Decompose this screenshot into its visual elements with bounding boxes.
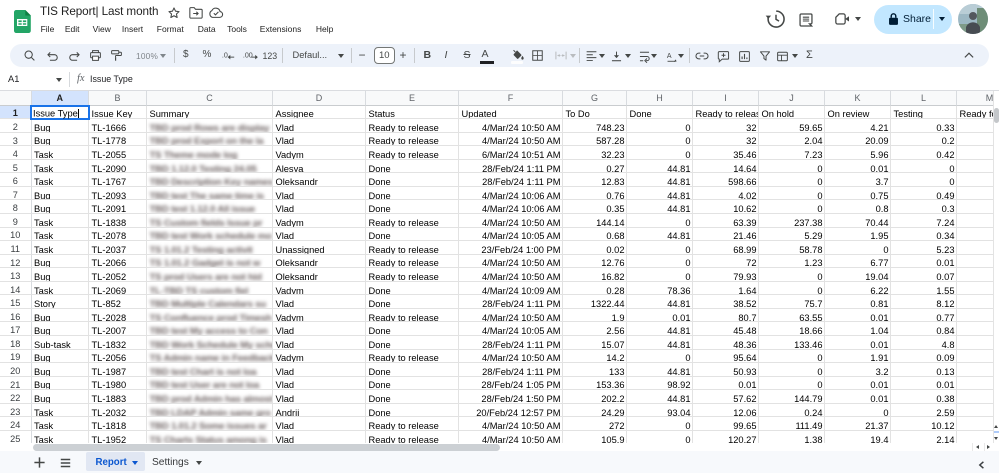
svg-text:.0: .0 <box>221 51 227 59</box>
svg-text:A: A <box>667 52 672 59</box>
svg-text:.00: .00 <box>242 51 252 59</box>
